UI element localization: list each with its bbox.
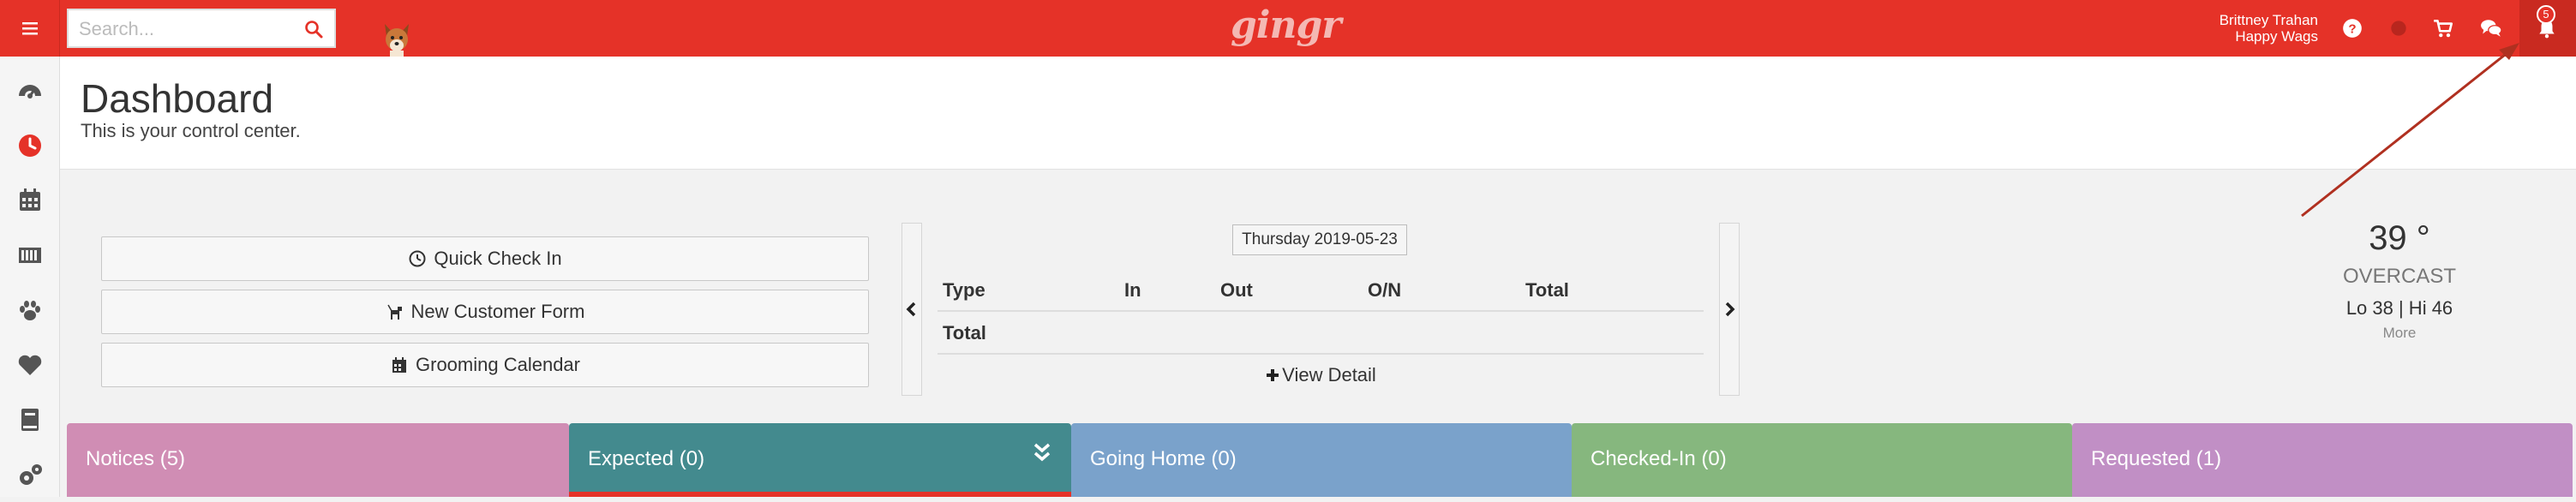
column-header-total: Total <box>1525 279 1569 301</box>
search-box <box>67 9 336 48</box>
stats-header-row: Type In Out O/N Total <box>938 269 1704 312</box>
grooming-calendar-label: Grooming Calendar <box>416 354 580 375</box>
dog-mascot-icon <box>385 24 409 57</box>
user-account-menu[interactable]: Brittney Trahan Happy Wags <box>2168 12 2318 46</box>
tile-requested-label: Requested (1) <box>2091 447 2222 470</box>
tile-checked-in-label: Checked-In (0) <box>1591 447 1727 470</box>
view-detail-label: View Detail <box>1282 364 1376 385</box>
heart-icon <box>18 355 42 375</box>
user-name: Brittney Trahan <box>2219 12 2318 28</box>
gears-icon <box>20 464 42 485</box>
stats-table: Type In Out O/N Total Total <box>938 269 1704 355</box>
paw-icon <box>20 301 40 320</box>
notification-count-badge: 5 <box>2537 5 2555 24</box>
clock-icon <box>19 134 41 157</box>
messages-button[interactable] <box>2478 15 2504 41</box>
daily-stats-widget: Thursday 2019-05-23 Type In Out O/N Tota… <box>902 223 1740 396</box>
tile-notices-label: Notices (5) <box>86 447 186 470</box>
new-customer-form-button[interactable]: New Customer Form <box>101 290 869 334</box>
view-detail-link[interactable]: View Detail <box>938 355 1704 396</box>
calendar-icon <box>20 188 40 211</box>
grooming-calendar-button[interactable]: Grooming Calendar <box>101 343 869 387</box>
previous-day-button[interactable] <box>902 223 922 396</box>
column-header-out: Out <box>1220 279 1253 301</box>
top-navbar: gingr Brittney Trahan Happy Wags ? <box>0 0 2576 57</box>
tile-active-indicator <box>569 492 1071 497</box>
weather-widget: 39 ° OVERCAST Lo 38 | Hi 46 More <box>2314 218 2485 355</box>
page-title: Dashboard <box>81 76 274 121</box>
search-input[interactable] <box>79 17 293 41</box>
page-subtitle: This is your control center. <box>81 120 301 141</box>
chevron-left-icon <box>906 302 916 317</box>
weather-more-link[interactable]: More <box>2314 325 2485 342</box>
brand-logo[interactable]: gingr <box>1231 5 1341 48</box>
chat-bubbles-icon <box>2481 20 2502 37</box>
next-day-button[interactable] <box>1719 223 1740 396</box>
clock-icon <box>409 250 426 267</box>
tile-checked-in[interactable]: Checked-In (0) <box>1572 423 2072 497</box>
tile-going-home-label: Going Home (0) <box>1090 447 1237 470</box>
search-icon[interactable] <box>303 19 324 39</box>
page-header: Dashboard This is your control center. <box>60 57 2576 170</box>
tile-expected-label: Expected (0) <box>588 447 705 470</box>
cart-button[interactable] <box>2430 15 2456 41</box>
sidebar-item-reports[interactable] <box>0 392 60 447</box>
sidebar-item-animals[interactable] <box>0 283 60 338</box>
sidebar <box>0 57 60 497</box>
row-type-cell: Total <box>943 322 986 344</box>
calendar-icon <box>392 357 406 373</box>
column-header-overnight: O/N <box>1368 279 1402 301</box>
sidebar-item-favorites[interactable] <box>0 338 60 392</box>
quick-check-in-button[interactable]: Quick Check In <box>101 236 869 281</box>
sidebar-item-dashboard[interactable] <box>0 63 60 118</box>
plus-icon <box>1267 369 1279 381</box>
weather-condition: OVERCAST <box>2342 265 2457 288</box>
status-dot-icon <box>2391 21 2406 36</box>
menu-toggle-button[interactable] <box>0 0 60 57</box>
business-name: Happy Wags <box>2235 28 2318 45</box>
quick-check-in-label: Quick Check In <box>434 248 562 269</box>
shopping-cart-icon <box>2434 20 2453 38</box>
question-circle-icon: ? <box>2343 19 2362 38</box>
sidebar-item-settings[interactable] <box>0 447 60 502</box>
table-row: Total <box>938 312 1704 355</box>
sidebar-item-kennels[interactable] <box>0 228 60 283</box>
column-header-type: Type <box>943 279 985 301</box>
weather-temperature: 39 ° <box>2369 219 2430 257</box>
sidebar-item-calendar[interactable] <box>0 173 60 228</box>
double-chevron-down-icon[interactable] <box>1032 442 1052 464</box>
sidebar-item-time-clock[interactable] <box>0 118 60 173</box>
dashboard-gauge-icon <box>19 85 41 101</box>
tile-expected[interactable]: Expected (0) <box>569 423 1071 497</box>
help-button[interactable]: ? <box>2339 15 2365 41</box>
dog-walk-icon <box>386 304 402 320</box>
column-header-in: In <box>1124 279 1141 301</box>
tile-going-home[interactable]: Going Home (0) <box>1071 423 1572 497</box>
hamburger-icon <box>21 22 38 35</box>
chevron-right-icon <box>1725 302 1735 317</box>
svg-text:?: ? <box>2348 21 2356 36</box>
new-customer-form-label: New Customer Form <box>410 301 585 322</box>
status-button[interactable] <box>2386 15 2411 41</box>
tile-notices[interactable]: Notices (5) <box>67 423 569 497</box>
book-icon <box>21 409 39 431</box>
stats-date-picker[interactable]: Thursday 2019-05-23 <box>1232 224 1407 255</box>
tile-requested[interactable]: Requested (1) <box>2072 423 2573 497</box>
kennel-bars-icon <box>19 248 41 263</box>
weather-range: Lo 38 | Hi 46 <box>2345 297 2453 319</box>
